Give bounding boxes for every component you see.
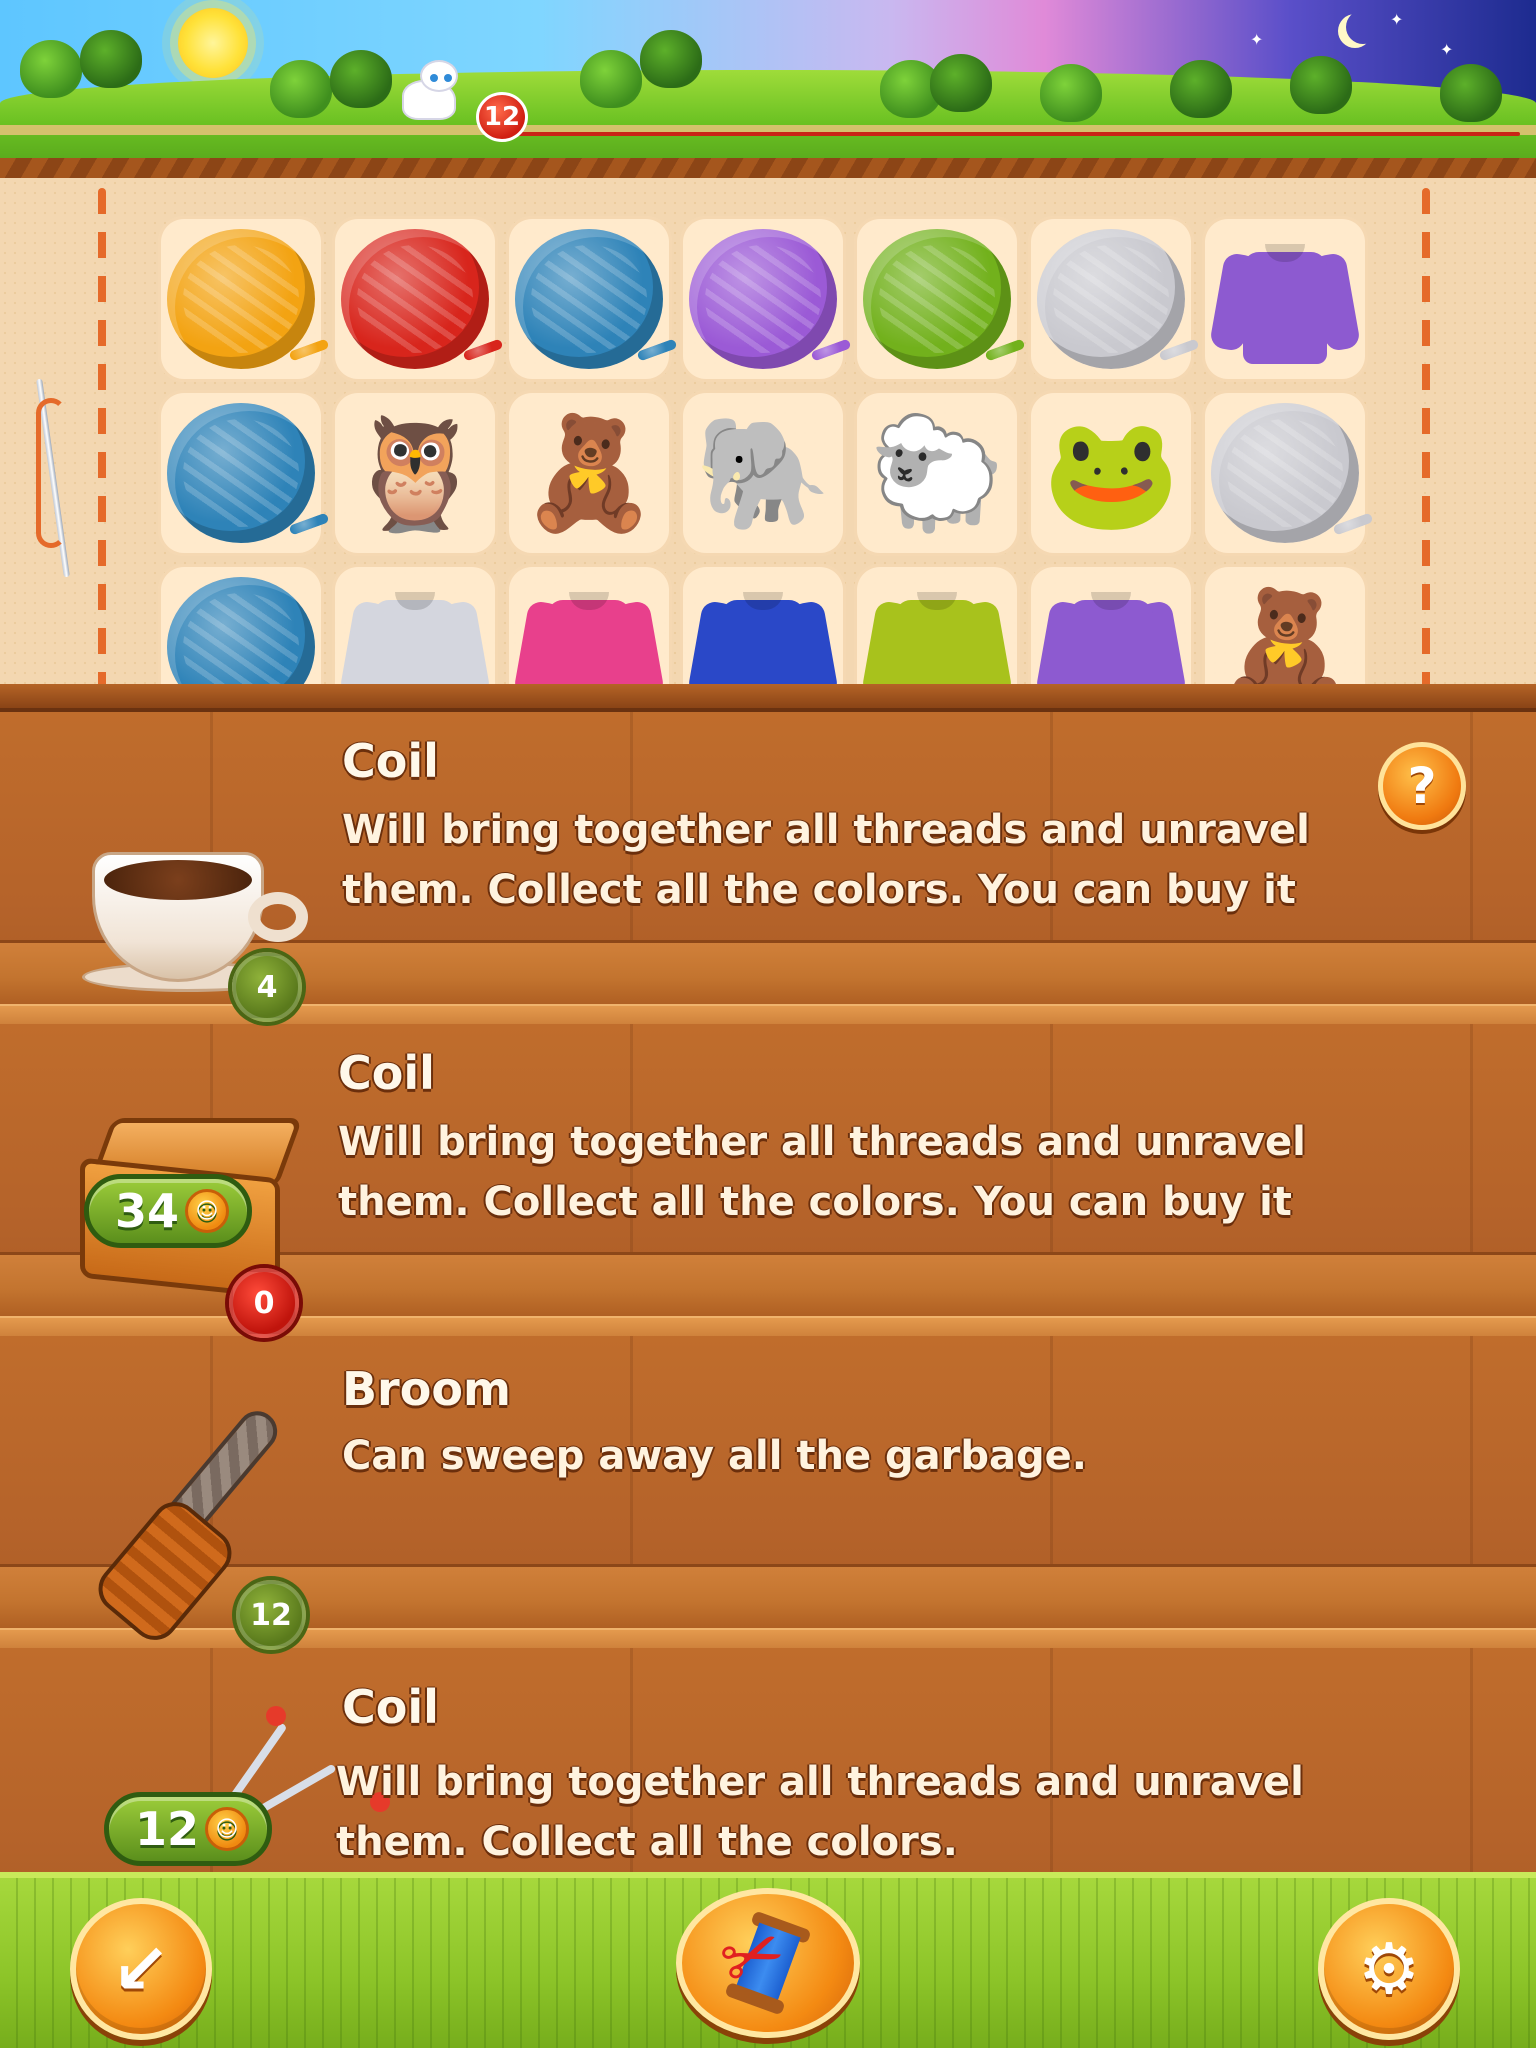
board-tile[interactable] (680, 564, 846, 690)
coin-icon: ☺ (205, 1807, 250, 1851)
settings-button[interactable]: ⚙ (1318, 1898, 1460, 2040)
stitch-line (98, 188, 106, 690)
sewing-needle-icon (28, 378, 78, 588)
board-tile[interactable]: 🐑 (854, 390, 1020, 556)
golden-yarn-ball-icon (167, 229, 315, 369)
board-tile[interactable] (158, 564, 324, 690)
board-tile[interactable]: 🐘 (680, 390, 846, 556)
level-progress-banner: ✦ ✦ ✦ 12 (0, 0, 1536, 165)
board-tile[interactable] (680, 216, 846, 382)
elephant-toy-icon: 🐘 (694, 409, 832, 537)
item-title: Coil (342, 1680, 439, 1734)
board-tile[interactable] (854, 564, 1020, 690)
board-tile[interactable] (506, 216, 672, 382)
board-tile[interactable] (332, 216, 498, 382)
frog-toy-icon: 🐸 (1042, 409, 1180, 537)
board-tile[interactable] (1202, 216, 1368, 382)
game-board: 🦉 🧸 🐘 🐑 🐸 🧸 (0, 178, 1536, 690)
item-description: Will bring together all threads and unra… (336, 1759, 1304, 1865)
item-description: Will bring together all threads and unra… (342, 807, 1310, 913)
board-tile[interactable]: 🧸 (506, 390, 672, 556)
purple-sweater-icon (1208, 234, 1362, 364)
board-tile[interactable] (158, 390, 324, 556)
tree-icon (1040, 64, 1102, 122)
back-arrow-icon: ↙ (111, 1928, 171, 2010)
blue-sweater-icon (686, 582, 840, 690)
teddy-bear-toy-icon: 🧸 (1216, 583, 1354, 690)
tree-line (0, 20, 1536, 122)
tree-icon (580, 50, 642, 108)
blue-yarn-ball-icon (515, 229, 663, 369)
item-description: Will bring together all threads and unra… (338, 1119, 1306, 1225)
item-title: Coil (342, 734, 439, 788)
item-title: Broom (342, 1362, 511, 1416)
help-button[interactable]: ? (1378, 742, 1466, 830)
board-tile[interactable] (158, 216, 324, 382)
tree-icon (1290, 56, 1352, 114)
tree-icon (330, 50, 392, 108)
gear-icon: ⚙ (1357, 1928, 1421, 2010)
item-description: Can sweep away all the garbage. (342, 1433, 1087, 1479)
board-tile[interactable]: 🧸 (1202, 564, 1368, 690)
tree-icon (20, 40, 82, 98)
tree-icon (640, 30, 702, 88)
level-badge: 12 (476, 92, 528, 142)
blue-yarn-ball-icon (167, 577, 315, 690)
price-button[interactable]: 12 ☺ (104, 1792, 273, 1866)
tree-icon (930, 54, 992, 112)
price-button[interactable]: 34 ☺ (84, 1174, 253, 1248)
owl-toy-icon: 🦉 (346, 409, 484, 537)
coin-icon: ☺ (185, 1189, 230, 1233)
board-bottom-trim (0, 684, 1536, 712)
white-yarn-ball-icon (1037, 229, 1185, 369)
tree-icon (1170, 60, 1232, 118)
board-tile[interactable]: 🦉 (332, 390, 498, 556)
tree-icon (80, 30, 142, 88)
item-title: Coil (338, 1046, 435, 1100)
tree-icon (270, 60, 332, 118)
item-count-badge: 12 (236, 1580, 306, 1650)
item-count-badge: 4 (232, 952, 302, 1022)
board-tile[interactable] (1028, 564, 1194, 690)
board-tile[interactable] (1202, 390, 1368, 556)
sheep-toy-icon: 🐑 (868, 409, 1006, 537)
purple-sweater-icon (1034, 582, 1188, 690)
tools-button[interactable]: ✂ (676, 1888, 860, 2038)
board-top-trim (0, 158, 1536, 180)
cat-icon (396, 50, 462, 130)
tree-icon (1440, 64, 1502, 122)
red-yarn-ball-icon (341, 229, 489, 369)
green-frog-sweater-icon (860, 582, 1014, 690)
white-sweater-icon (338, 582, 492, 690)
board-tile[interactable] (1028, 216, 1194, 382)
board-tile[interactable] (854, 216, 1020, 382)
teddy-bear-toy-icon: 🧸 (520, 409, 658, 537)
stitch-line (1422, 188, 1430, 690)
price-value: 12 (135, 1802, 200, 1856)
item-count-badge: 0 (229, 1268, 299, 1338)
purple-yarn-ball-icon (689, 229, 837, 369)
white-yarn-ball-icon (1211, 403, 1359, 543)
green-yarn-ball-icon (863, 229, 1011, 369)
pink-sweater-icon (512, 582, 666, 690)
board-tile[interactable]: 🐸 (1028, 390, 1194, 556)
back-button[interactable]: ↙ (70, 1898, 212, 2040)
board-tile[interactable] (332, 564, 498, 690)
level-progress-track (500, 132, 1520, 136)
price-value: 34 (115, 1184, 180, 1238)
board-tile[interactable] (506, 564, 672, 690)
blue-yarn-ball-icon (167, 403, 315, 543)
